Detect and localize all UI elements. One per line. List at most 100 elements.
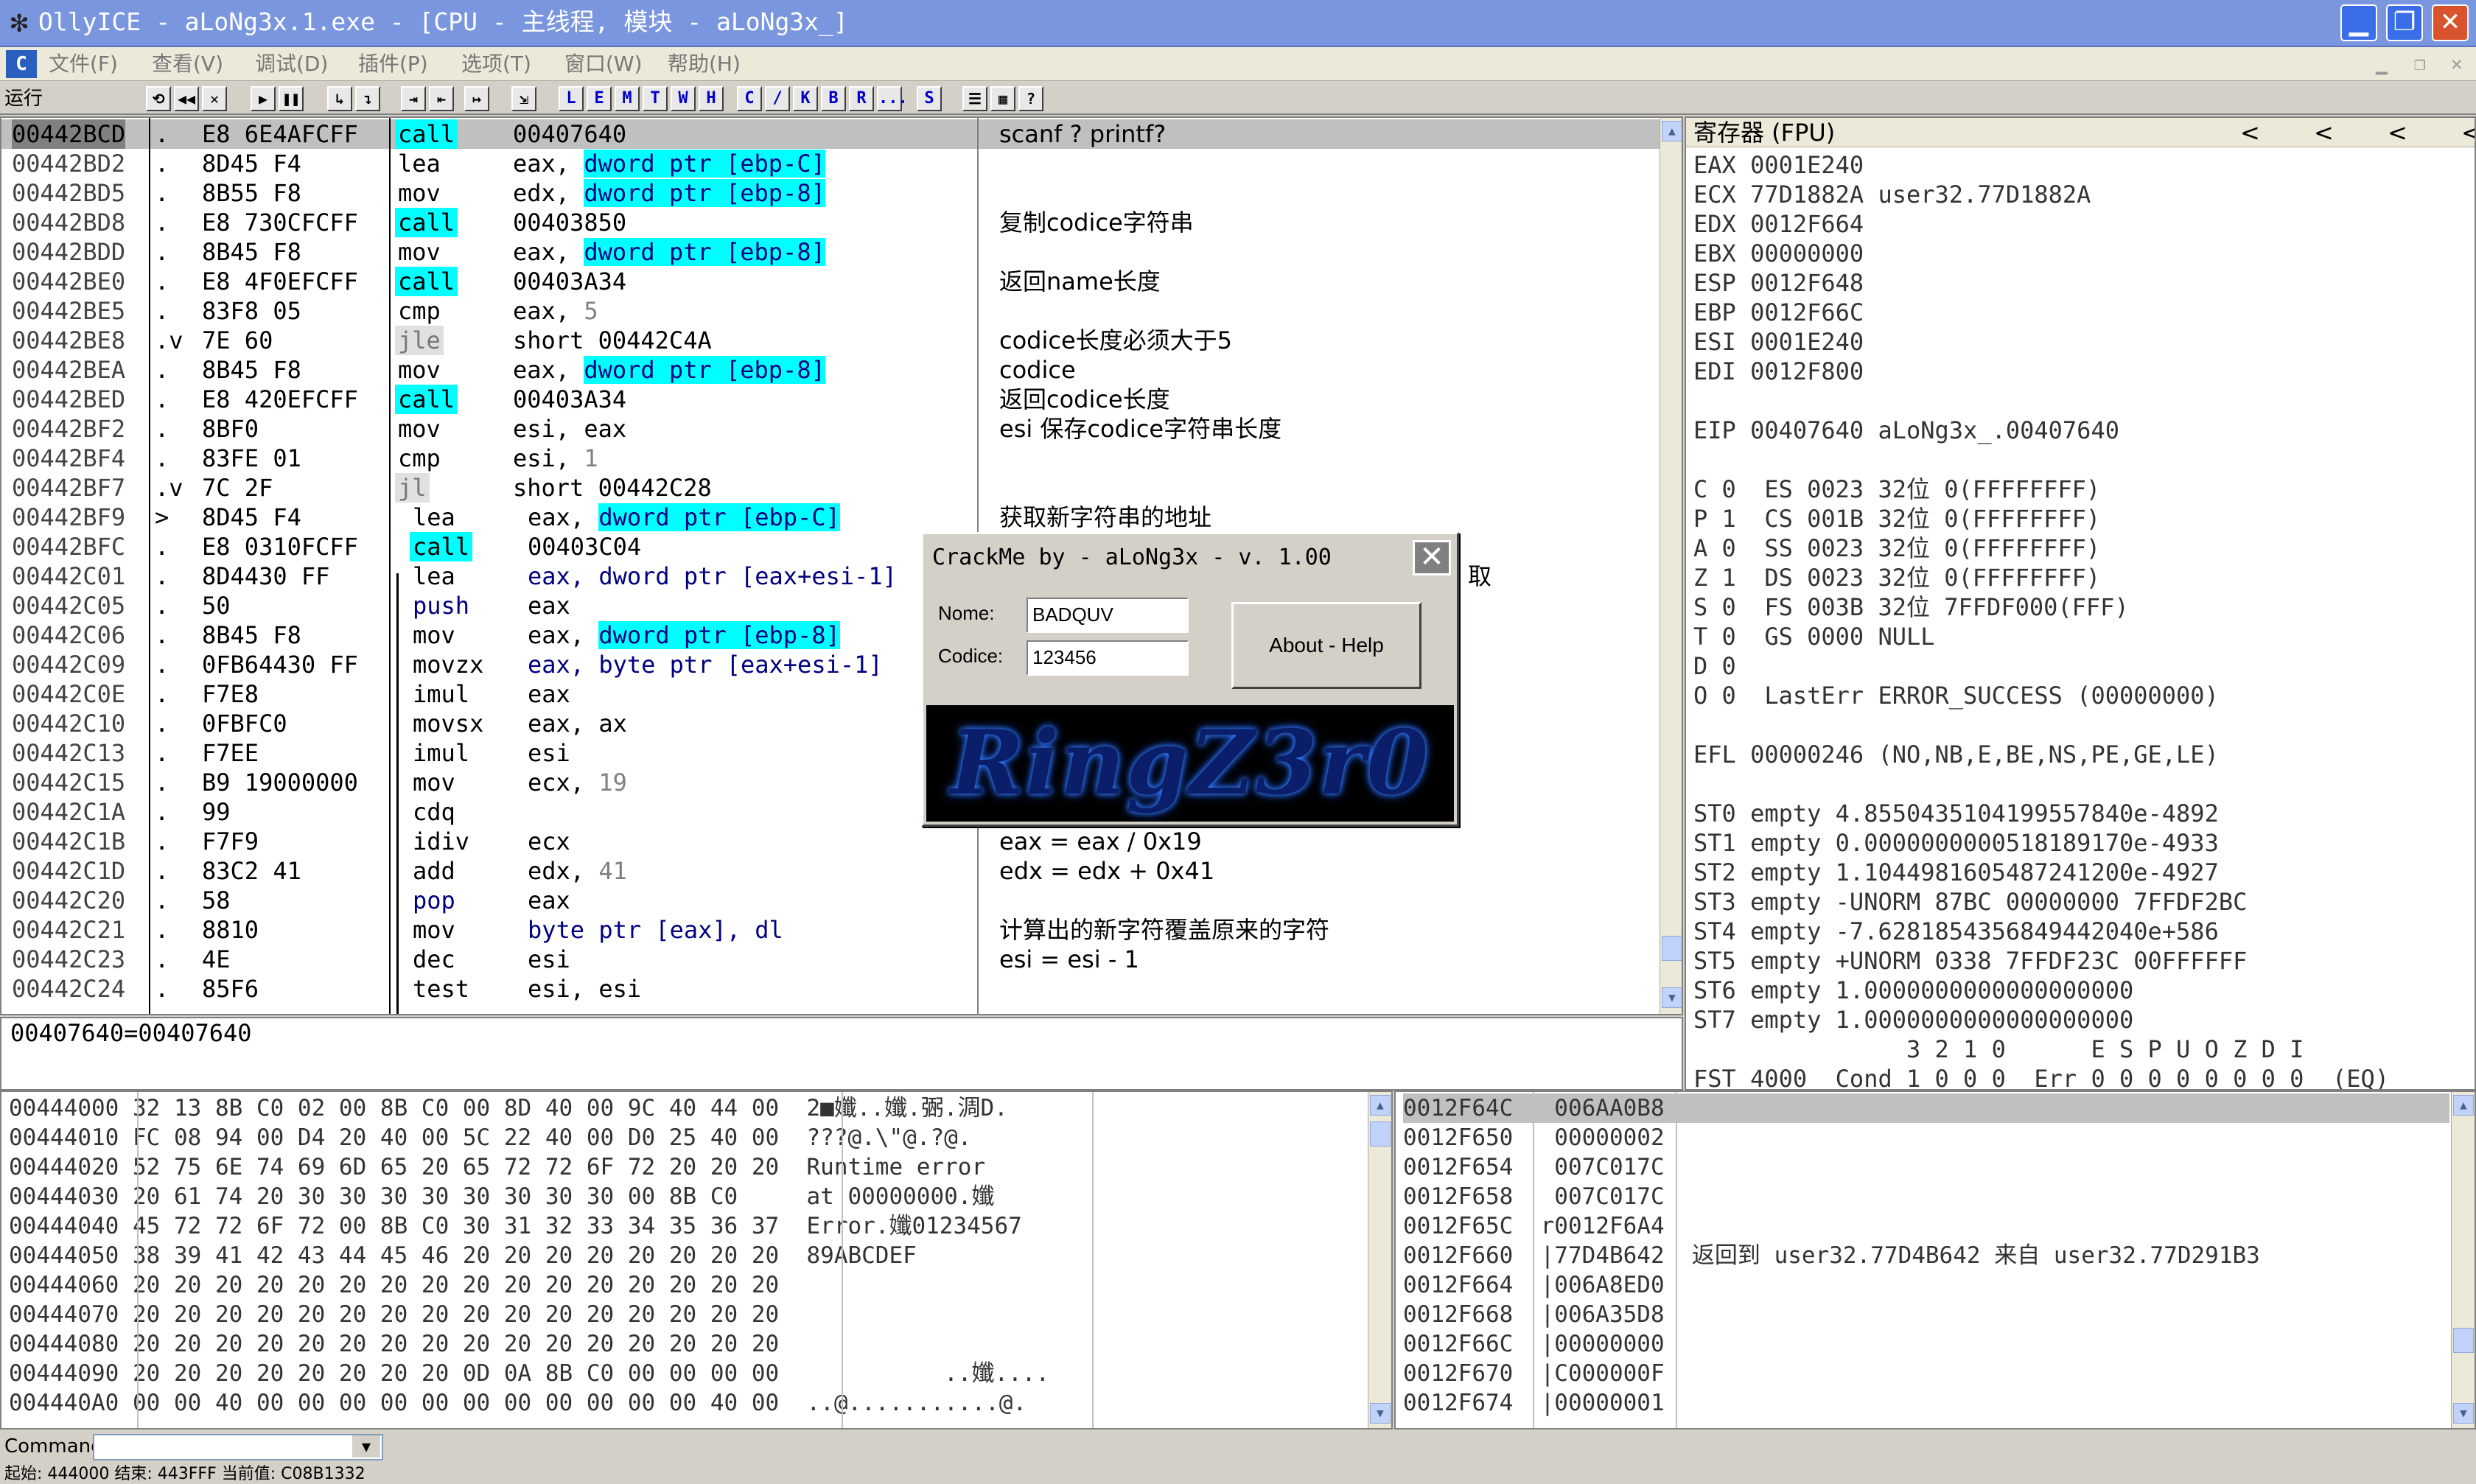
- modules-window-button[interactable]: E: [587, 86, 612, 111]
- rewind-icon[interactable]: ◀◀: [174, 86, 199, 111]
- stack-line[interactable]: 0012F674 |00000001: [1403, 1388, 2449, 1418]
- nome-field[interactable]: BADQUV: [1027, 598, 1189, 633]
- disasm-row[interactable]: 00442BEA. 8B45 F8 mov eax, dword ptr [ebp-8…: [1, 355, 1660, 385]
- disasm-row[interactable]: 00442C20. 58 pop eax: [1, 886, 1660, 915]
- threads-window-button[interactable]: T: [643, 86, 668, 111]
- disasm-row[interactable]: 00442C1B. F7F9 idiv ecx eax = eax / 0x19: [1, 827, 1660, 856]
- disasm-row[interactable]: 00442BF7 .v 7C 2F jl short 00442C28: [1, 473, 1660, 503]
- registers-header[interactable]: 寄存器 (FPU) < < < <: [1686, 118, 2475, 147]
- command-input[interactable]: [93, 1434, 383, 1460]
- prev-view-icon[interactable]: <: [2240, 118, 2260, 147]
- dump-line[interactable]: 00444010 FC 08 94 00 D4 20 40 00 5C 22 4…: [9, 1123, 971, 1152]
- memory-dump-pane[interactable]: 00444000 32 13 8B C0 02 00 8B C0 00 8D 4…: [0, 1091, 1393, 1429]
- trace-into-icon[interactable]: ⇥: [401, 86, 426, 111]
- register-line[interactable]: EBP 0012F66C: [1693, 298, 1864, 327]
- stack-line[interactable]: 0012F65C r0012F6A4: [1403, 1211, 2449, 1241]
- debug-options-icon[interactable]: ☰: [962, 86, 987, 111]
- register-line[interactable]: FST 4000 Cond 1 0 0 0 Err 0 0 0 0 0 0 0 …: [1693, 1064, 2389, 1089]
- dump-line[interactable]: 00444060 20 20 20 20 20 20 20 20 20 20 2…: [9, 1270, 779, 1300]
- dump-line[interactable]: 00444080 20 20 20 20 20 20 20 20 20 20 2…: [9, 1329, 779, 1359]
- mdi-close-icon[interactable]: ✕: [2451, 53, 2463, 75]
- ollyice-app-icon[interactable]: ✻: [3, 6, 35, 38]
- handles-window-button[interactable]: H: [699, 86, 724, 111]
- register-line[interactable]: ST7 empty 1.0000000000000000000: [1693, 1005, 2133, 1035]
- register-line[interactable]: ST6 empty 1.0000000000000000000: [1693, 976, 2133, 1005]
- patches-window-button[interactable]: /: [765, 86, 790, 111]
- dump-scrollbar[interactable]: ▲ ▼: [1368, 1092, 1391, 1428]
- register-line[interactable]: ST2 empty 1.1044981605487241200e-4927: [1693, 858, 2219, 887]
- dump-line[interactable]: 00444030 20 61 74 20 30 30 30 30 30 30 3…: [9, 1182, 994, 1211]
- pause-icon[interactable]: ❚❚: [279, 86, 304, 111]
- cpu-window-button[interactable]: C: [737, 86, 762, 111]
- register-line[interactable]: D 0: [1693, 651, 1736, 681]
- register-line[interactable]: 3 2 1 0 E S P U O Z D I: [1693, 1035, 2304, 1064]
- step-into-icon[interactable]: ↳: [327, 86, 352, 111]
- stack-line[interactable]: 0012F650 00000002: [1403, 1123, 2449, 1152]
- run-icon[interactable]: ▶: [251, 86, 276, 111]
- chevron-down-icon[interactable]: ▼: [352, 1435, 380, 1457]
- maximize-button[interactable]: ❐: [2386, 4, 2423, 41]
- prev-view-icon[interactable]: <: [2314, 118, 2334, 147]
- register-line[interactable]: ST1 empty 0.0000000000518189170e-4933: [1693, 828, 2219, 858]
- breakpoints-window-button[interactable]: B: [821, 86, 846, 111]
- stack-pane[interactable]: 0012F64C 006AA0B8 0012F650 00000002 0012F6…: [1394, 1091, 2476, 1429]
- scroll-thumb[interactable]: [1662, 936, 1682, 961]
- dump-line[interactable]: 00444040 45 72 72 6F 72 00 8B C0 30 31 3…: [9, 1211, 1022, 1241]
- stack-line[interactable]: 0012F654 007C017C: [1403, 1152, 2449, 1182]
- register-line[interactable]: ESI 0001E240: [1693, 327, 1864, 357]
- register-line[interactable]: C 0 ES 0023 32位 0(FFFFFFFF): [1693, 475, 2100, 504]
- dump-line[interactable]: 00444020 52 75 6E 74 69 6D 65 20 65 72 7…: [9, 1152, 985, 1182]
- dump-line[interactable]: 00444090 20 20 20 20 20 20 20 20 0D 0A 8…: [9, 1359, 1049, 1388]
- register-line[interactable]: ST4 empty -7.6281854356849442040e+586: [1693, 917, 2219, 946]
- step-over-icon[interactable]: ↴: [355, 86, 380, 111]
- scroll-down-icon[interactable]: ▼: [2453, 1403, 2474, 1424]
- stack-line[interactable]: 0012F668 |006A35D8: [1403, 1300, 2449, 1329]
- register-line[interactable]: EDX 0012F664: [1693, 209, 1864, 239]
- callstack-window-button[interactable]: K: [793, 86, 818, 111]
- codice-field[interactable]: 123456: [1027, 640, 1189, 676]
- disasm-row[interactable]: 00442BD8. E8 730CFCFF call 00403850 复制codice…: [1, 208, 1660, 237]
- scroll-up-icon[interactable]: ▲: [1662, 121, 1682, 141]
- mdi-restore-icon[interactable]: ❐: [2414, 53, 2426, 75]
- register-line[interactable]: ESP 0012F648: [1693, 268, 1864, 298]
- stack-line[interactable]: 0012F664 |006A8ED0: [1403, 1270, 2449, 1300]
- menu-plugins[interactable]: 插件(P): [358, 52, 428, 77]
- disasm-row[interactable]: 00442C23. 4E dec esi esi = esi - 1: [1, 945, 1660, 974]
- register-line[interactable]: ST3 empty -UNORM 87BC 00000000 7FFDF2BC: [1693, 887, 2247, 917]
- stack-line[interactable]: 0012F66C |00000000: [1403, 1329, 2449, 1359]
- minimize-button[interactable]: ▁: [2340, 4, 2377, 41]
- references-window-button[interactable]: R: [849, 86, 874, 111]
- register-line[interactable]: EAX 0001E240: [1693, 150, 1864, 180]
- scroll-up-icon[interactable]: ▲: [1370, 1095, 1391, 1116]
- stack-line[interactable]: 0012F670 |C000000F: [1403, 1359, 2449, 1388]
- stack-scrollbar[interactable]: ▲ ▼: [2451, 1092, 2475, 1428]
- dump-line[interactable]: 004440A0 00 00 40 00 00 00 00 00 00 00 0…: [9, 1388, 1027, 1418]
- disasm-row[interactable]: 00442BE5. 83F8 05 cmp eax, 5: [1, 296, 1660, 326]
- disasm-row[interactable]: 00442BF9 >8D45 F4 lea eax, dword ptr [ebp-C…: [1, 503, 1660, 532]
- about-help-button[interactable]: About - Help: [1231, 602, 1421, 689]
- register-line[interactable]: ST0 empty 4.8550435104199557840e-4892: [1693, 799, 2219, 828]
- register-line[interactable]: Z 1 DS 0023 32位 0(FFFFFFFF): [1693, 563, 2100, 592]
- dialog-close-icon[interactable]: ✕: [1413, 540, 1451, 575]
- disasm-row[interactable]: 00442C1D. 83C2 41 add edx, 41 edx = edx + 0x…: [1, 856, 1660, 886]
- register-line[interactable]: EIP 00407640 aLoNg3x_.00407640: [1693, 416, 2119, 445]
- run-trace-window-button[interactable]: ...: [877, 86, 908, 111]
- stack-line[interactable]: 0012F658 007C017C: [1403, 1182, 2449, 1211]
- register-line[interactable]: EDI 0012F800: [1693, 357, 1864, 386]
- help-icon[interactable]: ?: [1018, 86, 1043, 111]
- register-line[interactable]: EBX 00000000: [1693, 239, 1864, 268]
- disasm-row[interactable]: 00442BD5. 8B55 F8 mov edx, dword ptr [ebp-8…: [1, 178, 1660, 208]
- register-line[interactable]: P 1 CS 001B 32位 0(FFFFFFFF): [1693, 504, 2100, 533]
- disasm-row[interactable]: 00442BD2. 8D45 F4 lea eax, dword ptr [ebp-C…: [1, 149, 1660, 178]
- close-button[interactable]: ✕: [2432, 4, 2469, 41]
- disasm-scrollbar[interactable]: ▲ ▼: [1660, 118, 1682, 1014]
- scroll-thumb[interactable]: [2453, 1328, 2474, 1353]
- cpu-window-icon[interactable]: C: [6, 50, 37, 78]
- trace-over-icon[interactable]: ⇤: [429, 86, 454, 111]
- source-window-button[interactable]: S: [917, 86, 942, 111]
- disasm-row[interactable]: 00442BED. E8 420EFCFF call 00403A34 返回codice…: [1, 385, 1660, 414]
- appearance-icon[interactable]: ▦: [990, 86, 1015, 111]
- scroll-up-icon[interactable]: ▲: [2453, 1095, 2474, 1116]
- execute-till-return-icon[interactable]: ↦: [464, 86, 489, 111]
- register-line[interactable]: EFL 00000246 (NO,NB,E,BE,NS,PE,GE,LE): [1693, 740, 2219, 769]
